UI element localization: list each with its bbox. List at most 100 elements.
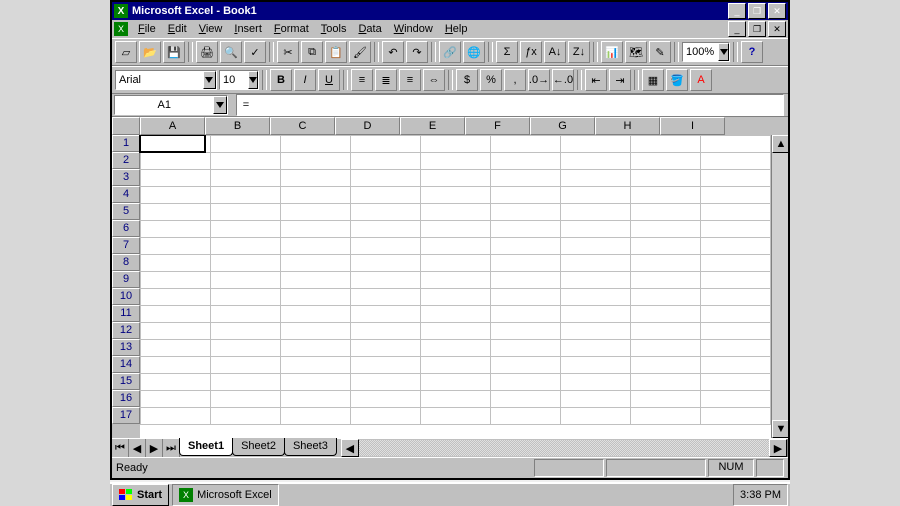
menu-help[interactable]: Help [439,22,474,36]
cell-A9[interactable] [141,272,211,289]
zoom-input[interactable] [683,44,718,60]
menu-insert[interactable]: Insert [228,22,268,36]
sort-asc-button[interactable]: A↓ [544,41,566,63]
cell-H12[interactable] [631,323,701,340]
paste-button[interactable]: 📋 [325,41,347,63]
cell-D2[interactable] [351,153,421,170]
cell-C16[interactable] [281,391,351,408]
help-button[interactable]: ? [741,41,763,63]
cell-I12[interactable] [701,323,771,340]
cell-B16[interactable] [211,391,281,408]
align-right-button[interactable]: ≡ [399,69,421,91]
sort-desc-button[interactable]: Z↓ [568,41,590,63]
cell-E13[interactable] [421,340,491,357]
cell-I3[interactable] [701,170,771,187]
cell-F12[interactable] [491,323,561,340]
cell-E2[interactable] [421,153,491,170]
menu-window[interactable]: Window [388,22,439,36]
cell-F11[interactable] [491,306,561,323]
row-header-15[interactable]: 15 [112,373,140,390]
row-header-16[interactable]: 16 [112,390,140,407]
cell-G4[interactable] [561,187,631,204]
tab-last-icon[interactable]: ⏭ [163,439,180,457]
cell-G8[interactable] [561,255,631,272]
cell-A2[interactable] [141,153,211,170]
cell-C11[interactable] [281,306,351,323]
cell-A16[interactable] [141,391,211,408]
cell-E7[interactable] [421,238,491,255]
cell-G15[interactable] [561,374,631,391]
cell-I17[interactable] [701,408,771,425]
cell-B7[interactable] [211,238,281,255]
zoom-combo[interactable] [682,42,730,62]
font-size-input[interactable] [220,72,248,88]
cell-H11[interactable] [631,306,701,323]
cell-C10[interactable] [281,289,351,306]
chart-button[interactable]: 📊 [601,41,623,63]
cell-I16[interactable] [701,391,771,408]
row-header-9[interactable]: 9 [112,271,140,288]
cell-D13[interactable] [351,340,421,357]
redo-button[interactable]: ↷ [406,41,428,63]
cell-D12[interactable] [351,323,421,340]
cell-I8[interactable] [701,255,771,272]
cell-F13[interactable] [491,340,561,357]
drawing-button[interactable]: ✎ [649,41,671,63]
cell-D11[interactable] [351,306,421,323]
hscroll-track[interactable] [359,440,769,456]
function-button[interactable]: ƒx [520,41,542,63]
cell-C12[interactable] [281,323,351,340]
cell-D6[interactable] [351,221,421,238]
cell-E8[interactable] [421,255,491,272]
cell-F8[interactable] [491,255,561,272]
cell-G14[interactable] [561,357,631,374]
cells-area[interactable] [140,135,771,438]
col-header-G[interactable]: G [530,117,595,135]
cell-C17[interactable] [281,408,351,425]
cell-I11[interactable] [701,306,771,323]
web-button[interactable]: 🌐 [463,41,485,63]
cell-F9[interactable] [491,272,561,289]
cell-B17[interactable] [211,408,281,425]
cell-A5[interactable] [141,204,211,221]
cell-I6[interactable] [701,221,771,238]
cell-E4[interactable] [421,187,491,204]
scroll-left-icon[interactable]: ◀ [341,439,359,457]
align-center-button[interactable]: ≣ [375,69,397,91]
row-header-11[interactable]: 11 [112,305,140,322]
cell-H2[interactable] [631,153,701,170]
cell-A4[interactable] [141,187,211,204]
col-header-B[interactable]: B [205,117,270,135]
cell-H10[interactable] [631,289,701,306]
name-box-dropdown-icon[interactable] [213,96,227,114]
col-header-F[interactable]: F [465,117,530,135]
cell-C9[interactable] [281,272,351,289]
sheet-tab-sheet1[interactable]: Sheet1 [179,438,233,456]
dec-indent-button[interactable]: ⇤ [585,69,607,91]
undo-button[interactable]: ↶ [382,41,404,63]
cell-A15[interactable] [141,374,211,391]
close-button[interactable]: ✕ [768,3,786,19]
cell-B15[interactable] [211,374,281,391]
cell-G2[interactable] [561,153,631,170]
cell-H5[interactable] [631,204,701,221]
cell-D3[interactable] [351,170,421,187]
row-header-13[interactable]: 13 [112,339,140,356]
name-box-input[interactable] [115,97,213,113]
cell-I2[interactable] [701,153,771,170]
cell-B13[interactable] [211,340,281,357]
merge-center-button[interactable]: ⇔ [423,69,445,91]
cell-F15[interactable] [491,374,561,391]
cell-C4[interactable] [281,187,351,204]
sheet-tab-sheet2[interactable]: Sheet2 [232,438,285,456]
row-header-12[interactable]: 12 [112,322,140,339]
menu-tools[interactable]: Tools [315,22,353,36]
map-button[interactable]: 🗺 [625,41,647,63]
cell-C13[interactable] [281,340,351,357]
cell-D15[interactable] [351,374,421,391]
cell-E3[interactable] [421,170,491,187]
sheet-tab-sheet3[interactable]: Sheet3 [284,438,337,456]
fmt-painter-button[interactable]: 🖌 [349,41,371,63]
italic-button[interactable]: I [294,69,316,91]
cell-G11[interactable] [561,306,631,323]
